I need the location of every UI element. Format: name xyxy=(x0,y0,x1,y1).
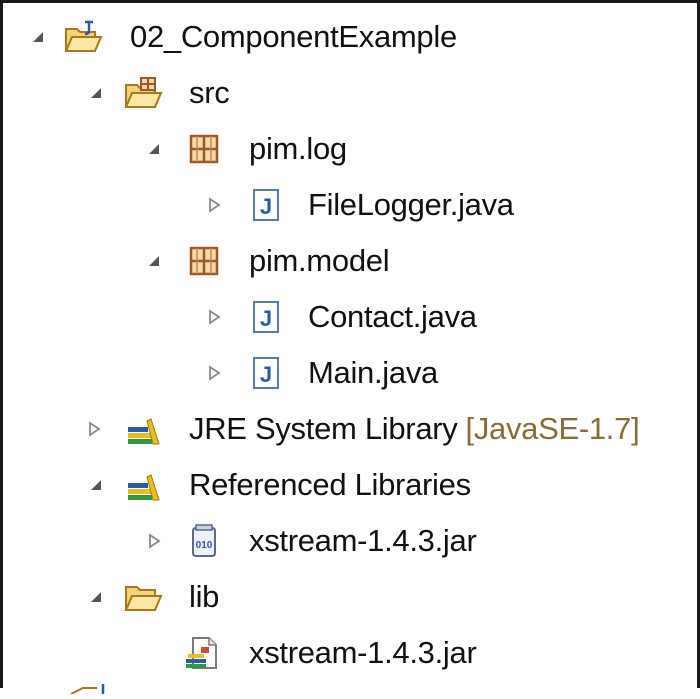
collapsed-arrow-icon[interactable] xyxy=(203,306,225,328)
collapsed-arrow-icon[interactable] xyxy=(83,418,105,440)
svg-text:J: J xyxy=(260,194,272,219)
file-label: FileLogger.java xyxy=(308,187,514,222)
java-file-icon: J xyxy=(247,355,287,391)
svg-text:J: J xyxy=(260,306,272,331)
project-label: 02_ComponentExample xyxy=(130,19,457,54)
src-label: src xyxy=(189,75,230,110)
package-label: pim.model xyxy=(249,243,390,278)
library-label: Referenced Libraries xyxy=(189,467,471,502)
next-item-icon-partial xyxy=(63,681,133,695)
library-version-decoration: [JavaSE-1.7] xyxy=(465,411,640,446)
source-folder-icon xyxy=(123,75,163,111)
jar-icon: 010 xyxy=(185,523,225,559)
expanded-arrow-icon[interactable] xyxy=(85,586,107,608)
expanded-arrow-icon[interactable] xyxy=(143,138,165,160)
jar-file-icon xyxy=(183,635,223,671)
jar-label: xstream-1.4.3.jar xyxy=(249,523,477,558)
package-icon xyxy=(185,131,225,167)
expanded-arrow-icon[interactable] xyxy=(27,26,49,48)
library-label: JRE System Library xyxy=(189,411,458,446)
svg-text:010: 010 xyxy=(196,540,213,551)
library-icon xyxy=(125,467,165,503)
folder-label: lib xyxy=(189,579,220,614)
collapsed-arrow-icon[interactable] xyxy=(203,194,225,216)
collapsed-arrow-icon[interactable] xyxy=(203,362,225,384)
package-icon xyxy=(185,243,225,279)
library-label-group: JRE System Library [JavaSE-1.7] xyxy=(189,410,640,448)
expanded-arrow-icon[interactable] xyxy=(85,82,107,104)
expanded-arrow-icon[interactable] xyxy=(143,250,165,272)
file-label: xstream-1.4.3.jar xyxy=(249,635,477,670)
collapsed-arrow-icon[interactable] xyxy=(143,530,165,552)
folder-icon xyxy=(123,579,163,615)
file-label: Contact.java xyxy=(308,299,477,334)
expanded-arrow-icon[interactable] xyxy=(85,474,107,496)
java-file-icon: J xyxy=(247,187,287,223)
svg-text:J: J xyxy=(260,362,272,387)
java-file-icon: J xyxy=(247,299,287,335)
package-explorer-tree: 02_ComponentExample src pim.log J FileLo… xyxy=(0,0,700,695)
package-label: pim.log xyxy=(249,131,347,166)
project-folder-icon xyxy=(63,19,103,55)
file-label: Main.java xyxy=(308,355,438,390)
library-icon xyxy=(125,411,165,447)
